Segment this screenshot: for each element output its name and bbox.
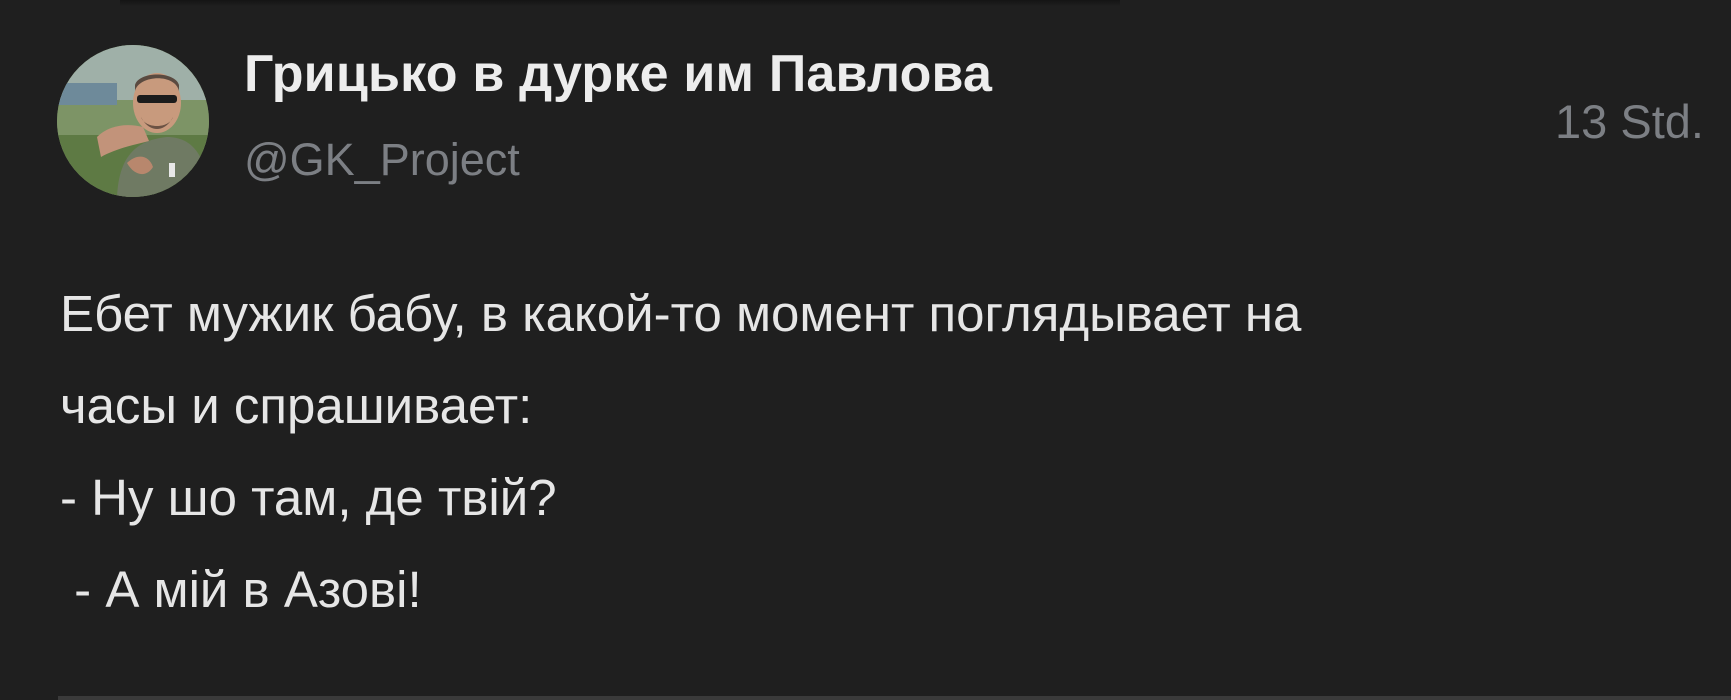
tweet-text-line: - А мій в Азові! xyxy=(60,561,422,618)
top-shadow xyxy=(120,0,1120,6)
avatar-photo xyxy=(57,45,209,197)
divider xyxy=(58,696,1731,700)
avatar[interactable] xyxy=(57,45,209,197)
tweet-text-line: часы и спрашивает: xyxy=(60,377,533,434)
author-display-name[interactable]: Грицько в дурке им Павлова xyxy=(244,44,992,104)
author-handle[interactable]: @GK_Project xyxy=(244,134,520,186)
tweet-text-line: - Ну шо там, де твій? xyxy=(60,469,557,526)
tweet-text: Ебет мужик бабу, в какой-то момент погля… xyxy=(60,268,1680,636)
tweet-text-line: Ебет мужик бабу, в какой-то момент погля… xyxy=(60,285,1302,342)
tweet-timestamp[interactable]: 13 Std. xyxy=(1555,94,1704,149)
